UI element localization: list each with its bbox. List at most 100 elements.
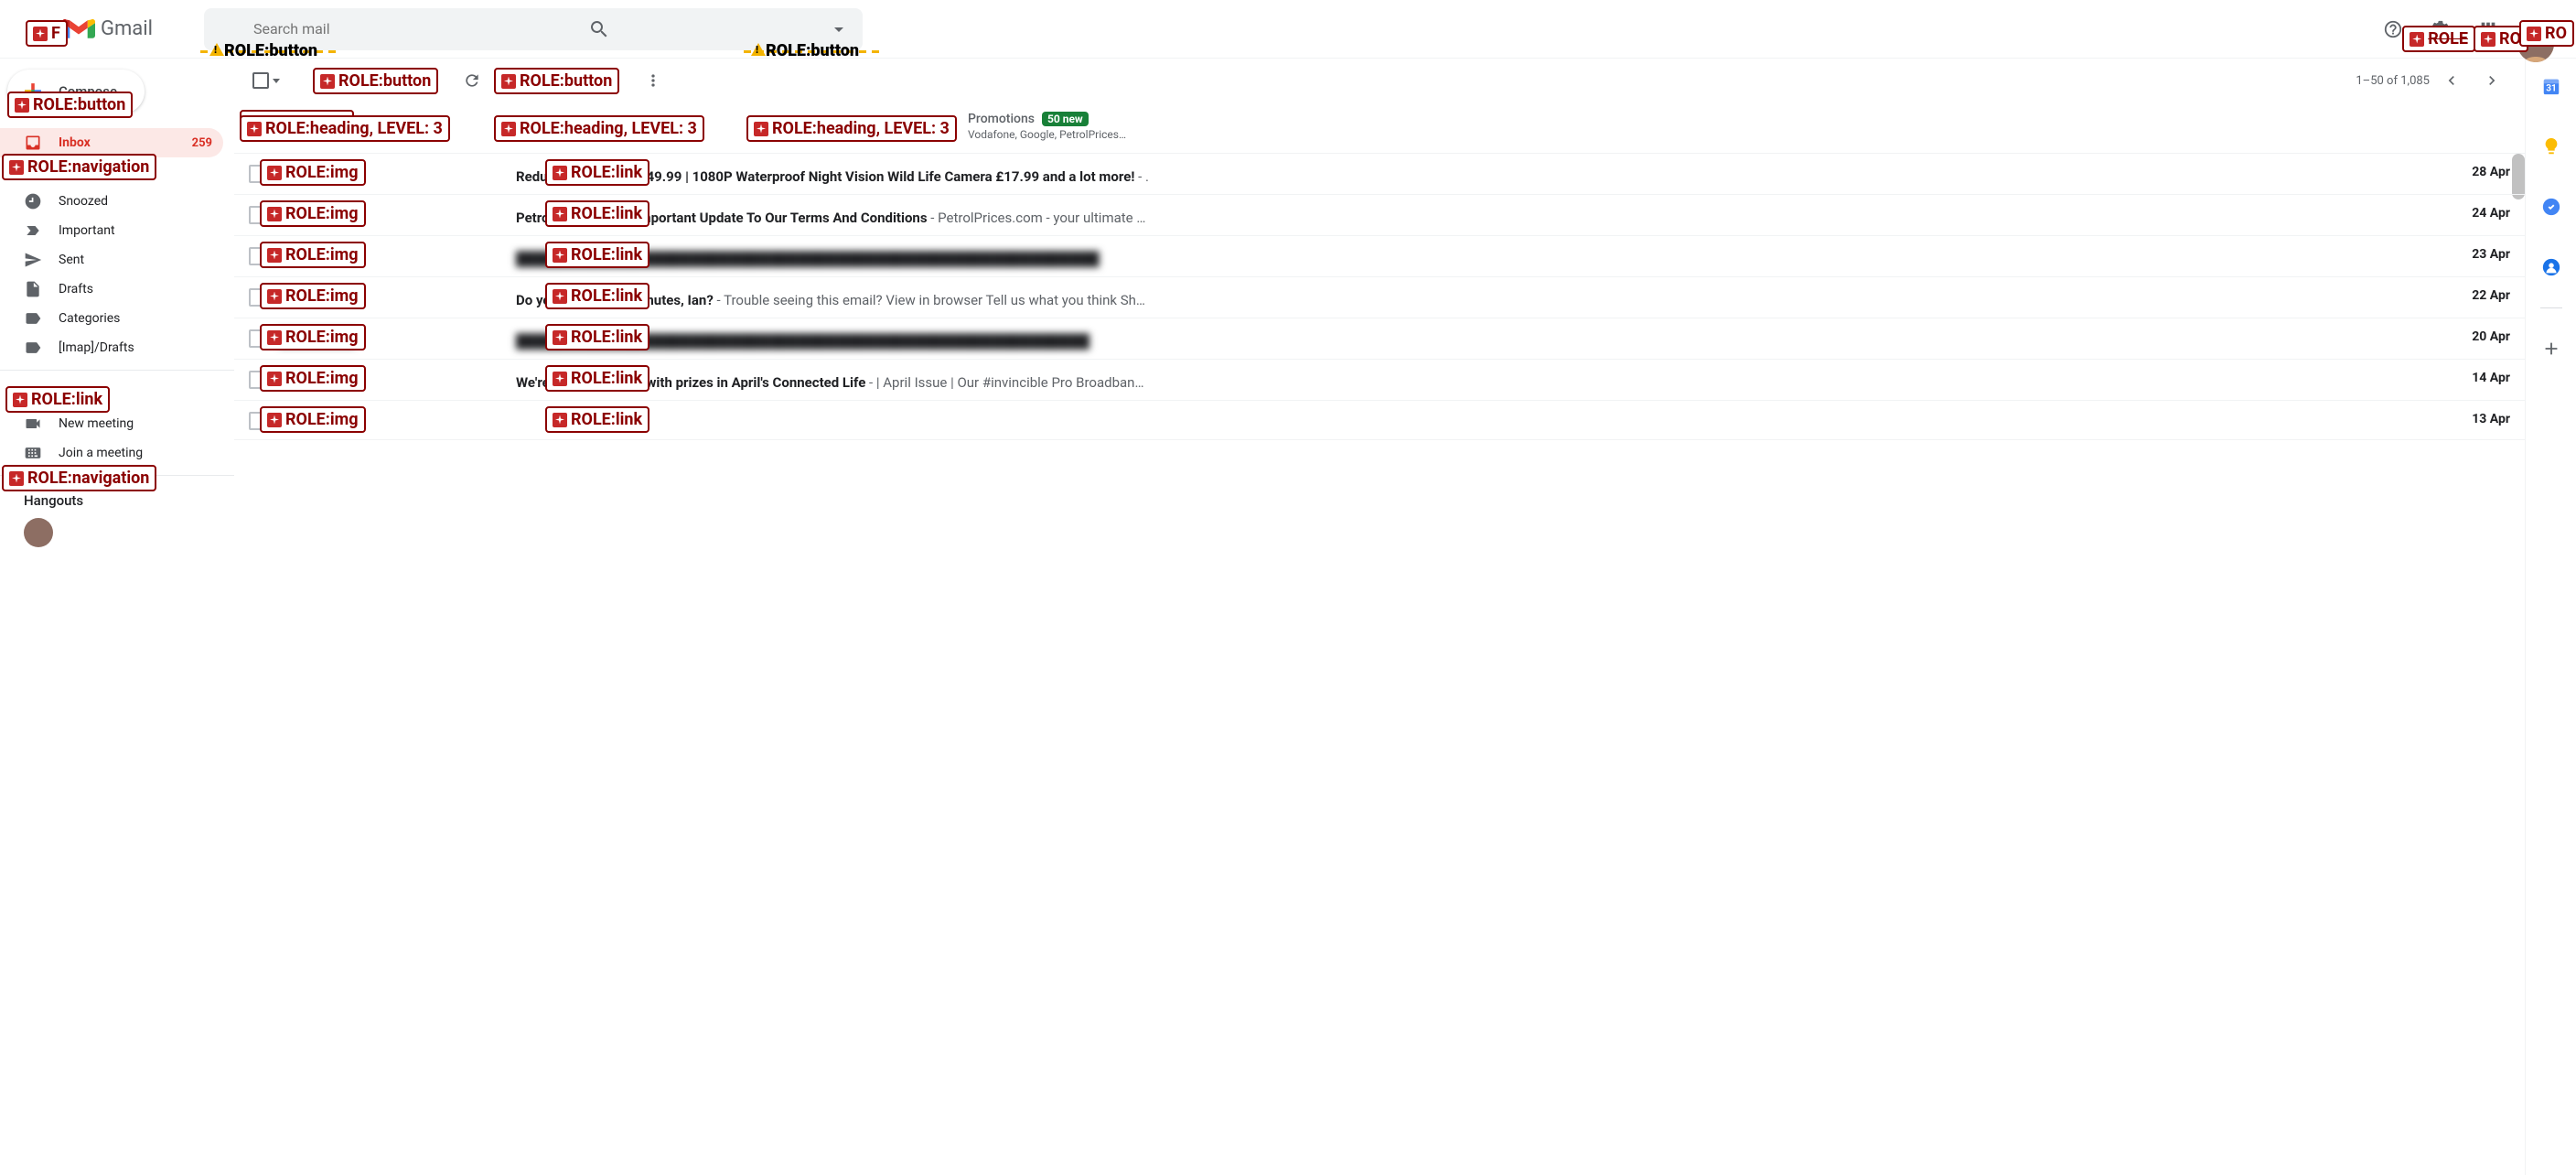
keep-addon[interactable] bbox=[2531, 126, 2571, 167]
annotation-badge: ROLE:img bbox=[260, 159, 366, 186]
message-row[interactable]: fone Do you have a few minutes, Ian? - T… bbox=[234, 277, 2525, 318]
message-row[interactable]: ████████ ███████████████████████████████… bbox=[234, 318, 2525, 360]
next-page-button[interactable] bbox=[2474, 62, 2510, 99]
gmail-logo[interactable]: Gmail bbox=[62, 16, 153, 42]
sidebar-item-label: Important bbox=[59, 223, 115, 238]
annotation-badge: ROLE:link bbox=[545, 242, 649, 268]
message-row[interactable]: lPrices.com Reduced! iPad Mini £49.99 | … bbox=[234, 154, 2525, 195]
annotation-badge: ROLE:img bbox=[260, 406, 366, 433]
sidebar-item-important[interactable]: Important bbox=[0, 216, 223, 245]
get-addons[interactable] bbox=[2531, 329, 2571, 369]
more-button[interactable] bbox=[635, 62, 671, 99]
gmail-logo-text: Gmail bbox=[101, 17, 153, 40]
search-input[interactable] bbox=[217, 20, 828, 38]
row-date: 24 Apr bbox=[2455, 204, 2510, 221]
chevron-right-icon bbox=[2483, 71, 2501, 90]
sidebar-item-drafts[interactable]: Drafts bbox=[0, 275, 223, 304]
sidebar-item-label: [Imap]/Drafts bbox=[59, 340, 134, 355]
chevron-left-icon bbox=[2442, 71, 2461, 90]
row-date: 13 Apr bbox=[2455, 410, 2510, 426]
annotation-badge: ROLE:link bbox=[545, 324, 649, 350]
sidebar-item-label: Inbox bbox=[59, 135, 91, 150]
search-container: ROLE:button ROLE:button bbox=[204, 8, 863, 50]
tasks-icon bbox=[2541, 197, 2561, 217]
annotation-badge: ROLE:img bbox=[260, 283, 366, 309]
select-all-checkbox[interactable] bbox=[249, 69, 284, 92]
annotation-badge: ROLE:link bbox=[5, 386, 110, 413]
meet-join-meeting[interactable]: Join a meeting bbox=[0, 438, 223, 468]
contacts-icon bbox=[2541, 257, 2561, 277]
tab-label: Promotions bbox=[968, 112, 1035, 126]
clock-icon bbox=[24, 192, 42, 210]
annotation-badge: ROLE:img bbox=[260, 365, 366, 392]
message-row[interactable]: fone We're showering you with prizes in … bbox=[234, 360, 2525, 401]
drafts-icon bbox=[24, 280, 42, 298]
prev-page-button[interactable] bbox=[2433, 62, 2470, 99]
annotation-badge: ROLE:link bbox=[545, 365, 649, 392]
row-body: Do you have a few minutes, Ian? - Troubl… bbox=[516, 286, 2455, 308]
annotation-badge: ROLE:heading, LEVEL: 3 bbox=[746, 115, 957, 142]
sidebar-item-label: New meeting bbox=[59, 416, 134, 431]
main-content: ROLE:button ROLE:button 1–50 of 1,085 RO… bbox=[234, 59, 2525, 1175]
search-options-icon[interactable] bbox=[828, 18, 850, 40]
annotation-role-button: ROLE:button bbox=[224, 41, 317, 60]
annotation-badge: ROLE:button bbox=[313, 68, 438, 94]
new-badge: 50 new bbox=[1042, 112, 1089, 126]
annotation-badge: ROLE:link bbox=[545, 406, 649, 433]
sidebar-item-label: Join a meeting bbox=[59, 446, 143, 460]
annotation-badge: ROLE:heading, LEVEL: 3 bbox=[494, 115, 704, 142]
meet-new-meeting[interactable]: New meeting bbox=[0, 409, 223, 438]
message-list: lPrices.com Reduced! iPad Mini £49.99 | … bbox=[234, 154, 2525, 1175]
paging: 1–50 of 1,085 bbox=[2356, 62, 2510, 99]
sidebar-item-categories[interactable]: Categories bbox=[0, 304, 223, 333]
row-body: ████████████████████████████████████████… bbox=[516, 328, 2455, 350]
annotation-badge: ROLE:link bbox=[545, 159, 649, 186]
row-subject-line: Do you have a few minutes, Ian? - Troubl… bbox=[516, 292, 2455, 308]
annotation-badge: ROLE:link bbox=[545, 200, 649, 227]
message-row[interactable]: lPrices.com 13 Apr ROLE:img ROLE:link bbox=[234, 401, 2525, 440]
keep-icon bbox=[2541, 136, 2561, 156]
sidebar-item-label: Categories bbox=[59, 311, 120, 326]
annotation-badge: ROLE:button bbox=[494, 68, 619, 94]
help-icon bbox=[2383, 19, 2403, 39]
annotation-badge: F bbox=[26, 20, 68, 47]
sidepanel-divider bbox=[2540, 307, 2562, 308]
chevron-down-icon bbox=[273, 79, 280, 83]
row-body: PetrolPrices.com - Important Update To O… bbox=[516, 204, 2455, 226]
row-subject-line: Reduced! iPad Mini £49.99 | 1080P Waterp… bbox=[516, 168, 2455, 185]
svg-text:31: 31 bbox=[2546, 84, 2557, 94]
sidebar-item-snoozed[interactable]: Snoozed bbox=[0, 187, 223, 216]
inbox-icon bbox=[24, 134, 42, 152]
calendar-addon[interactable]: 31 bbox=[2531, 66, 2571, 106]
paging-text: 1–50 of 1,085 bbox=[2356, 74, 2430, 88]
important-icon bbox=[24, 221, 42, 240]
body: Compose ROLE:button Inbox 259 Starred Sn… bbox=[0, 59, 2576, 1175]
refresh-button[interactable] bbox=[454, 62, 490, 99]
sidebar-item-sent[interactable]: Sent bbox=[0, 245, 223, 275]
annotation-badge: ROLE:img bbox=[260, 324, 366, 350]
annotation-role-button: ROLE:button bbox=[766, 41, 859, 60]
sidebar-item-imap-drafts[interactable]: [Imap]/Drafts bbox=[0, 333, 223, 362]
sent-icon bbox=[24, 251, 42, 269]
contacts-addon[interactable] bbox=[2531, 247, 2571, 287]
keyboard-icon bbox=[24, 444, 42, 462]
row-body: ████████████████████████████████████████… bbox=[516, 245, 2455, 267]
label-icon bbox=[24, 309, 42, 328]
row-date: 22 Apr bbox=[2455, 286, 2510, 303]
hangouts-user[interactable] bbox=[0, 514, 234, 551]
annotation-badge: ROLE bbox=[2402, 26, 2475, 52]
row-body: Reduced! iPad Mini £49.99 | 1080P Waterp… bbox=[516, 163, 2455, 185]
more-vert-icon bbox=[644, 71, 662, 90]
annotation-badge: RO bbox=[2519, 20, 2574, 47]
toolbar: ROLE:button ROLE:button 1–50 of 1,085 bbox=[234, 59, 2525, 102]
label-icon bbox=[24, 339, 42, 357]
row-body bbox=[516, 410, 2455, 415]
search-icon[interactable] bbox=[588, 18, 610, 40]
message-row[interactable]: lPrices.com PetrolPrices.com - Important… bbox=[234, 195, 2525, 236]
tasks-addon[interactable] bbox=[2531, 187, 2571, 227]
row-subject-line: ████████████████████████████████████████… bbox=[516, 333, 2455, 350]
row-subject-line: We're showering you with prizes in April… bbox=[516, 374, 2455, 391]
row-body: We're showering you with prizes in April… bbox=[516, 369, 2455, 391]
tab-sublabel: Vodafone, Google, PetrolPrices… bbox=[968, 128, 1126, 141]
message-row[interactable]: ████████ . █████████████████████████████… bbox=[234, 236, 2525, 277]
